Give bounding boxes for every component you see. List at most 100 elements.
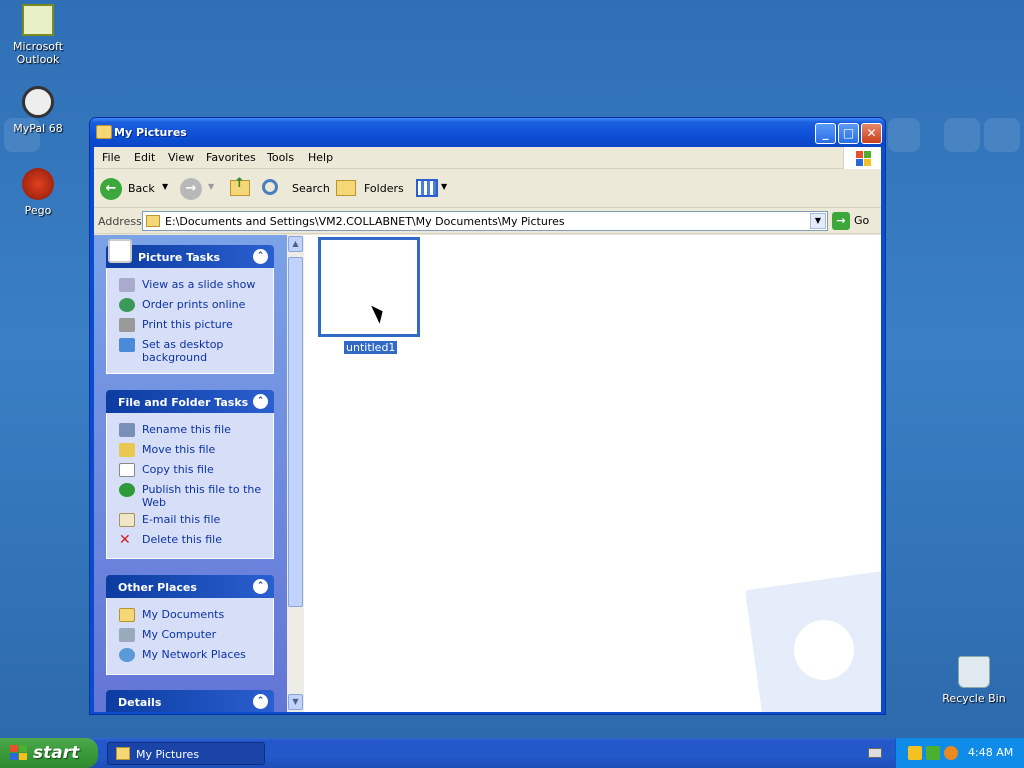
details-header[interactable]: Details ⌃ bbox=[106, 690, 274, 712]
desktop-icon-label: Microsoft Outlook bbox=[12, 40, 64, 66]
picture-tasks-header[interactable]: Picture Tasks ⌃ bbox=[106, 239, 274, 268]
desktop-icon bbox=[119, 338, 135, 352]
close-button[interactable]: ✕ bbox=[861, 123, 882, 144]
scroll-thumb[interactable] bbox=[288, 257, 303, 607]
menu-tools[interactable]: Tools bbox=[267, 151, 294, 164]
scroll-up-button[interactable]: ▲ bbox=[288, 236, 303, 252]
email-icon bbox=[119, 513, 135, 527]
security-shield-icon[interactable] bbox=[908, 746, 922, 760]
go-button[interactable]: → Go bbox=[832, 212, 876, 230]
back-arrow-icon: ← bbox=[100, 178, 122, 200]
folders-button[interactable]: Folders bbox=[336, 177, 404, 201]
desktop-icon-label: MyPal 68 bbox=[13, 122, 63, 135]
start-button[interactable]: start bbox=[0, 738, 98, 768]
menu-help[interactable]: Help bbox=[308, 151, 333, 164]
desktop-icon-pego[interactable]: Pego bbox=[0, 168, 76, 217]
taskbar: start My Pictures 4:48 AM bbox=[0, 738, 1024, 768]
desktop-icon-label: Recycle Bin bbox=[942, 692, 1006, 705]
folder-icon bbox=[116, 747, 130, 760]
file-folder-tasks-header[interactable]: File and Folder Tasks ⌃ bbox=[106, 390, 274, 413]
chevron-down-icon: ▼ bbox=[162, 182, 169, 191]
panel-body: View as a slide show Order prints online… bbox=[106, 268, 274, 374]
forward-button[interactable]: → ▼ bbox=[180, 177, 216, 201]
scroll-down-button[interactable]: ▼ bbox=[288, 694, 303, 710]
panel-title: Other Places bbox=[118, 581, 197, 594]
clock[interactable]: 4:48 AM bbox=[968, 746, 1013, 759]
file-name-label[interactable]: untitled1 bbox=[344, 341, 398, 354]
raccoon-icon bbox=[22, 86, 54, 118]
views-icon bbox=[416, 179, 438, 197]
desktop-icon-recycle-bin[interactable]: Recycle Bin bbox=[936, 656, 1012, 705]
picture-tasks-panel: Picture Tasks ⌃ View as a slide show Ord… bbox=[106, 239, 274, 374]
pego-icon bbox=[22, 168, 54, 200]
recycle-bin-icon bbox=[958, 656, 990, 688]
globe-icon bbox=[119, 298, 135, 312]
file-view[interactable]: untitled1 bbox=[304, 235, 881, 712]
menu-bar: File Edit View Favorites Tools Help bbox=[94, 147, 881, 169]
up-folder-button[interactable]: ↑ bbox=[228, 176, 252, 201]
go-arrow-icon: → bbox=[832, 212, 850, 230]
folder-icon bbox=[96, 125, 112, 139]
search-label: Search bbox=[292, 182, 330, 195]
computer-icon bbox=[119, 628, 135, 642]
other-places-panel: Other Places ⌃ My Documents My Computer … bbox=[106, 575, 274, 675]
other-places-header[interactable]: Other Places ⌃ bbox=[106, 575, 274, 598]
menu-favorites[interactable]: Favorites bbox=[206, 151, 256, 164]
desktop-decoration bbox=[984, 118, 1020, 152]
window-client: File Edit View Favorites Tools Help ← Ba… bbox=[94, 147, 881, 712]
back-button[interactable]: ← Back ▼ bbox=[100, 177, 170, 201]
move-icon bbox=[119, 443, 135, 457]
system-tray: 4:48 AM bbox=[895, 738, 1024, 768]
panel-title: Picture Tasks bbox=[138, 251, 221, 264]
menu-view[interactable]: View bbox=[168, 151, 194, 164]
taskbar-button-my-pictures[interactable]: My Pictures bbox=[107, 742, 265, 765]
desktop-icon-mypal[interactable]: MyPal 68 bbox=[0, 86, 76, 135]
views-button[interactable]: ▼ bbox=[416, 177, 450, 201]
minimize-button[interactable]: _ bbox=[815, 123, 836, 144]
panel-title: File and Folder Tasks bbox=[118, 396, 249, 409]
desktop-decoration bbox=[944, 118, 980, 152]
picture-tasks-icon bbox=[108, 239, 132, 263]
search-button[interactable]: Search bbox=[262, 177, 330, 201]
panel-body: My Documents My Computer My Network Plac… bbox=[106, 598, 274, 675]
address-bar: Address E:\Documents and Settings\VM2.CO… bbox=[94, 209, 881, 234]
keyboard-icon[interactable] bbox=[868, 748, 882, 758]
folder-icon bbox=[146, 215, 160, 227]
task-pane: Picture Tasks ⌃ View as a slide show Ord… bbox=[94, 235, 287, 712]
search-icon[interactable] bbox=[944, 746, 958, 760]
file-thumbnail[interactable] bbox=[318, 237, 420, 337]
windows-flag-icon bbox=[843, 147, 881, 169]
address-input[interactable]: E:\Documents and Settings\VM2.COLLABNET\… bbox=[142, 211, 828, 231]
collapse-chevron-icon[interactable]: ⌃ bbox=[253, 694, 268, 709]
chevron-down-icon: ▼ bbox=[208, 182, 215, 191]
copy-icon bbox=[119, 463, 135, 477]
go-label: Go bbox=[854, 214, 870, 227]
panel-body: Rename this file Move this file Copy thi… bbox=[106, 413, 274, 559]
collapse-chevron-icon[interactable]: ⌃ bbox=[253, 249, 268, 264]
desktop-icon-outlook[interactable]: Microsoft Outlook bbox=[0, 4, 76, 66]
globe-icon bbox=[119, 483, 135, 497]
title-bar[interactable]: My Pictures _ □ ✕ bbox=[90, 118, 885, 147]
taskbar-button-label: My Pictures bbox=[136, 748, 200, 761]
address-value: E:\Documents and Settings\VM2.COLLABNET\… bbox=[165, 215, 565, 228]
menu-edit[interactable]: Edit bbox=[134, 151, 155, 164]
panel-title: Details bbox=[118, 696, 162, 709]
collapse-chevron-icon[interactable]: ⌃ bbox=[253, 579, 268, 594]
folder-icon bbox=[119, 608, 135, 622]
address-dropdown-button[interactable]: ▼ bbox=[810, 213, 826, 229]
rename-icon bbox=[119, 423, 135, 437]
back-label: Back bbox=[128, 182, 155, 195]
explorer-window: My Pictures _ □ ✕ File Edit View Favorit… bbox=[89, 117, 886, 715]
desktop-decoration bbox=[888, 118, 920, 152]
network-icon[interactable] bbox=[926, 746, 940, 760]
collapse-chevron-icon[interactable]: ⌃ bbox=[253, 394, 268, 409]
up-arrow-icon: ↑ bbox=[234, 176, 245, 191]
menu-file[interactable]: File bbox=[102, 151, 120, 164]
maximize-button[interactable]: □ bbox=[838, 123, 859, 144]
outlook-icon bbox=[22, 4, 54, 36]
details-panel: Details ⌃ bbox=[106, 690, 274, 712]
task-pane-scrollbar[interactable]: ▲ ▼ bbox=[287, 235, 304, 712]
slideshow-icon bbox=[119, 278, 135, 292]
desktop-icon-label: Pego bbox=[24, 204, 52, 217]
pictures-watermark-icon bbox=[744, 570, 881, 712]
